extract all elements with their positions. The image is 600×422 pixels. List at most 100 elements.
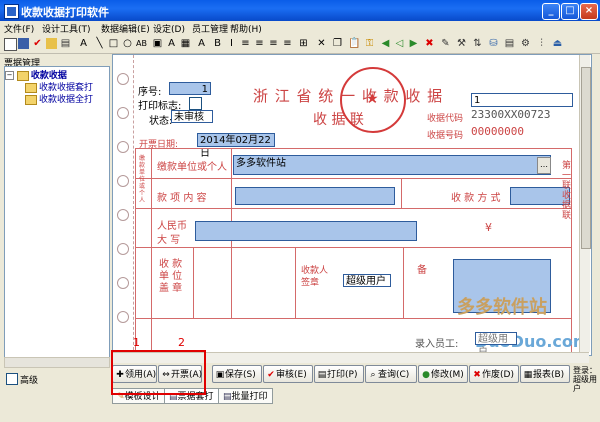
title-bar: 收款收据打印软件 _ □ × [0, 0, 600, 21]
tab-batch-print[interactable]: ▤批量打印 [218, 388, 273, 404]
query-button[interactable]: ⌕ 查询(C) [365, 365, 417, 383]
image-icon[interactable]: ▣ [152, 38, 163, 49]
open-icon[interactable] [46, 38, 57, 49]
entry-label: 录入员工: [415, 339, 459, 350]
delete-icon[interactable]: ✕ [316, 38, 327, 49]
void-button[interactable]: ✖作废(D) [469, 365, 519, 383]
menu-staff[interactable]: 员工管理 [192, 22, 228, 35]
note-label: 备 [417, 265, 427, 276]
perforation-line [133, 55, 134, 355]
grid-line [193, 247, 194, 318]
minimize-button[interactable]: _ [542, 3, 560, 20]
save-button[interactable]: ▣保存(S) [212, 365, 262, 383]
table-icon[interactable]: ▦ [180, 38, 191, 49]
close-button[interactable]: × [580, 3, 598, 20]
tools-icon[interactable]: ⚒ [456, 38, 467, 49]
advanced-checkbox[interactable] [6, 373, 18, 385]
vertical-scrollbar[interactable] [579, 55, 591, 352]
new-icon[interactable] [4, 38, 17, 51]
toolbar: ✔ ▤ A ╲ □ ○ AB ▣ A ▦ A B I ≡ ≡ ≡ ≡ ⊞ ✕ ❐… [0, 36, 600, 54]
status-field[interactable]: 未审核 [171, 110, 213, 123]
settings-icon[interactable]: ⚙ [520, 38, 531, 49]
collapse-icon[interactable]: − [5, 71, 14, 80]
method-field[interactable] [510, 187, 570, 205]
amount-words-field[interactable] [195, 221, 417, 241]
date-field[interactable]: 2014年02月22日 [197, 133, 275, 159]
serial-label: 序号: [138, 87, 162, 98]
modify-button[interactable]: ●修改(M) [418, 365, 468, 383]
receipt-table [135, 148, 572, 355]
align-left-icon[interactable]: ≡ [240, 38, 251, 49]
menu-design-tools[interactable]: 设计工具(T) [42, 22, 91, 35]
edit-icon[interactable]: ✎ [440, 38, 451, 49]
align-right-icon[interactable]: ≡ [268, 38, 279, 49]
receiver-field[interactable]: 超级用户 [343, 274, 391, 287]
unit-label: 收 款 单 位 盖 章 [159, 259, 183, 294]
check-icon[interactable]: ✔ [32, 38, 43, 49]
top-right-field[interactable]: 1 [471, 93, 573, 107]
menu-data-edit[interactable]: 数据编辑(E) [101, 22, 150, 35]
exit-icon[interactable]: ⏏ [552, 38, 563, 49]
filter-icon[interactable]: ⫶ [536, 38, 547, 49]
copy-icon[interactable]: ❐ [332, 38, 343, 49]
serial-field[interactable]: 1 [169, 82, 211, 95]
annotation-2: 2 [178, 336, 185, 349]
size-icon[interactable]: ⊞ [298, 38, 309, 49]
tree-item-全打[interactable]: 收款收据全打 [25, 92, 93, 105]
audit-button[interactable]: ✔审核(E) [263, 365, 313, 383]
payer-field[interactable]: 多多软件站 [233, 155, 551, 175]
rich-text-icon[interactable]: A [166, 38, 177, 49]
punch-hole [117, 209, 129, 221]
menu-help[interactable]: 帮助(H) [230, 22, 262, 35]
seal-star-icon: ★ [366, 91, 379, 107]
window-title: 收款收据打印软件 [21, 6, 109, 19]
folder-icon [25, 94, 37, 105]
item-field[interactable] [235, 187, 395, 205]
advanced-label: 高级 [20, 376, 39, 386]
print-button[interactable]: ▤打印(P) [314, 365, 364, 383]
print-icon[interactable]: ▤ [60, 38, 71, 49]
grid-line [151, 148, 152, 355]
menu-file[interactable]: 文件(F) [4, 22, 34, 35]
payer-dropdown-button[interactable]: … [537, 157, 551, 174]
punch-hole [117, 311, 129, 323]
left-scrollbar[interactable] [4, 357, 110, 368]
prev-icon[interactable]: ◁ [394, 38, 405, 49]
vertical-note: 缴款单位或个人 [139, 155, 146, 204]
scrollbar-thumb[interactable] [581, 67, 591, 249]
variable-icon[interactable]: A [196, 38, 207, 49]
receiver-label: 收款人签章 [301, 266, 329, 288]
text-box-icon[interactable]: AB [136, 38, 147, 49]
grid-line [135, 247, 572, 248]
justify-icon[interactable]: ≡ [282, 38, 293, 49]
punch-hole [117, 141, 129, 153]
menu-bar: 文件(F) 设计工具(T) 数据编辑(E) 设定(D) 员工管理 帮助(H) [0, 21, 600, 36]
menu-settings[interactable]: 设定(D) [153, 22, 185, 35]
key-icon[interactable]: ⚿ [364, 38, 375, 49]
next-icon[interactable]: ▶ [408, 38, 419, 49]
grid-line [135, 178, 572, 179]
report-button[interactable]: ▦报表(B) [520, 365, 570, 383]
first-icon[interactable]: ◀ [380, 38, 391, 49]
code-value: 23300XX00723 [471, 108, 551, 121]
ellipse-icon[interactable]: ○ [122, 38, 133, 49]
ticket-tree: − 收款收据 收款收据套打 收款收据全打 [4, 66, 110, 368]
text-icon[interactable]: A [78, 38, 89, 49]
db-icon[interactable]: ⛁ [488, 38, 499, 49]
cancel-icon[interactable]: ✖ [424, 38, 435, 49]
annotation-1: 1 [133, 336, 140, 349]
print-flag-checkbox[interactable] [189, 97, 202, 110]
save-icon[interactable] [18, 38, 29, 49]
align-icon[interactable]: ⇅ [472, 38, 483, 49]
line-icon[interactable]: ╲ [94, 38, 105, 49]
entry-field[interactable]: 超级用户 [475, 332, 517, 355]
align-center-icon[interactable]: ≡ [254, 38, 265, 49]
preview-icon[interactable]: ▤ [504, 38, 515, 49]
italic-icon[interactable]: I [226, 38, 237, 49]
rect-icon[interactable]: □ [108, 38, 119, 49]
paste-icon[interactable]: 📋 [348, 38, 360, 49]
status-label: 状态: [149, 116, 173, 127]
bold-icon[interactable]: B [212, 38, 223, 49]
maximize-button[interactable]: □ [561, 3, 579, 20]
punch-hole [117, 277, 129, 289]
